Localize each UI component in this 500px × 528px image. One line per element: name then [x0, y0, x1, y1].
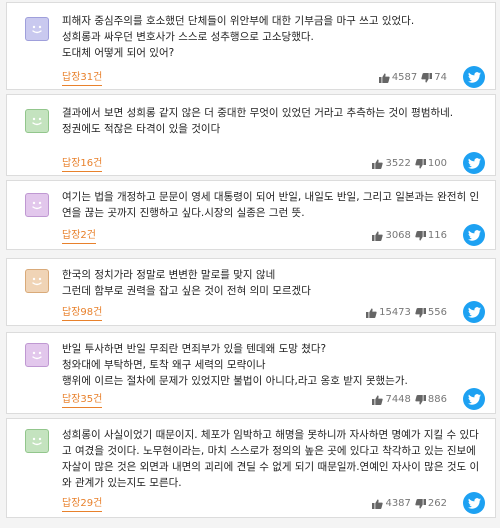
twitter-icon [467, 229, 481, 241]
twitter-icon [467, 497, 481, 509]
twitter-icon [467, 306, 481, 318]
vote-stats: 7448 886 [372, 394, 447, 405]
thumbs-up-icon [378, 72, 390, 83]
thumbs-up-icon [372, 394, 384, 405]
reply-link[interactable]: 답장2건 [62, 229, 96, 244]
like-count: 15473 [379, 307, 411, 318]
like-button[interactable]: 7448 [372, 394, 411, 405]
like-count: 3068 [385, 230, 411, 241]
twitter-share-button[interactable] [463, 388, 485, 410]
dislike-button[interactable]: 886 [415, 394, 447, 405]
like-button[interactable]: 4387 [372, 498, 411, 509]
thumbs-down-icon [415, 498, 426, 509]
thumbs-up-icon [372, 230, 384, 241]
reply-link[interactable]: 답장35건 [62, 393, 103, 408]
thumbs-down-icon [415, 158, 426, 169]
avatar [25, 193, 49, 217]
thumbs-up-icon [366, 307, 377, 318]
smiley-icon [32, 277, 42, 286]
avatar [25, 17, 49, 41]
like-count: 3522 [385, 158, 411, 169]
comment-text: 결과에서 보면 성희롱 같지 않은 더 중대한 무엇이 있었던 거라고 추측하는… [62, 107, 454, 135]
avatar [25, 269, 49, 293]
comment-item: 피해자 중심주의를 호소했던 단체들이 위안부에 대한 기부금을 마구 쓰고 있… [6, 2, 496, 90]
dislike-count: 74 [434, 72, 447, 83]
twitter-icon [467, 393, 481, 405]
twitter-share-button[interactable] [463, 301, 485, 323]
like-button[interactable]: 3068 [372, 230, 411, 241]
like-button[interactable]: 3522 [372, 158, 411, 169]
smiley-icon [32, 117, 42, 126]
dislike-button[interactable]: 100 [415, 158, 447, 169]
avatar [25, 343, 49, 367]
comment-item: 여기는 법을 개정하고 문문이 영세 대통령이 되어 반일, 내일도 반일, 그… [6, 180, 496, 250]
dislike-count: 116 [427, 230, 447, 241]
comment-text: 여기는 법을 개정하고 문문이 영세 대통령이 되어 반일, 내일도 반일, 그… [62, 191, 480, 219]
thumbs-down-icon [415, 230, 426, 241]
reply-link[interactable]: 답장31건 [62, 71, 103, 86]
avatar [25, 109, 49, 133]
smiley-icon [32, 25, 42, 34]
like-button[interactable]: 15473 [366, 307, 411, 318]
dislike-button[interactable]: 116 [415, 230, 447, 241]
dislike-count: 886 [427, 394, 447, 405]
like-button[interactable]: 4587 [378, 72, 418, 83]
thumbs-down-icon [415, 394, 426, 405]
vote-stats: 4587 74 [378, 72, 447, 83]
reply-link[interactable]: 답장16건 [62, 157, 103, 172]
reply-link[interactable]: 답장29건 [62, 497, 103, 512]
comment-text: 반일 투사하면 반일 무죄란 면죄부가 있을 텐데왜 도망 쳤다? 청와대에 부… [62, 343, 408, 387]
twitter-share-button[interactable] [463, 224, 485, 246]
comment-text: 피해자 중심주의를 호소했던 단체들이 위안부에 대한 기부금을 마구 쓰고 있… [62, 15, 415, 59]
thumbs-down-icon [421, 72, 433, 83]
like-count: 4387 [385, 498, 411, 509]
avatar [25, 429, 49, 453]
twitter-icon [467, 71, 481, 83]
twitter-share-button[interactable] [463, 66, 485, 88]
smiley-icon [32, 201, 42, 210]
comment-text: 한국의 정치가라 정말로 변변한 말로를 맞지 않네 그런데 함부로 권력을 잡… [62, 269, 311, 297]
vote-stats: 3068 116 [372, 230, 447, 241]
comment-item: 결과에서 보면 성희롱 같지 않은 더 중대한 무엇이 있었던 거라고 추측하는… [6, 94, 496, 176]
comment-list: 피해자 중심주의를 호소했던 단체들이 위안부에 대한 기부금을 마구 쓰고 있… [0, 0, 500, 528]
like-count: 7448 [385, 394, 411, 405]
twitter-share-button[interactable] [463, 152, 485, 174]
vote-stats: 3522 100 [372, 158, 447, 169]
dislike-button[interactable]: 262 [415, 498, 447, 509]
reply-link[interactable]: 답장98건 [62, 306, 103, 321]
comment-text: 성희롱이 사실이었기 때문이지. 체포가 임박하고 해명을 못하니까 자사하면 … [62, 429, 480, 489]
dislike-count: 262 [427, 498, 447, 509]
thumbs-up-icon [372, 158, 384, 169]
dislike-count: 556 [427, 307, 447, 318]
comment-item: 반일 투사하면 반일 무죄란 면죄부가 있을 텐데왜 도망 쳤다? 청와대에 부… [6, 332, 496, 414]
thumbs-up-icon [372, 498, 384, 509]
comment-item: 성희롱이 사실이었기 때문이지. 체포가 임박하고 해명을 못하니까 자사하면 … [6, 418, 496, 518]
thumbs-down-icon [415, 307, 426, 318]
smiley-icon [32, 351, 42, 360]
like-count: 4587 [391, 72, 418, 83]
dislike-button[interactable]: 556 [415, 307, 447, 318]
dislike-count: 100 [427, 158, 447, 169]
vote-stats: 15473 556 [366, 307, 447, 318]
smiley-icon [32, 437, 42, 446]
twitter-icon [467, 157, 481, 169]
comment-item: 한국의 정치가라 정말로 변변한 말로를 맞지 않네 그런데 함부로 권력을 잡… [6, 258, 496, 326]
twitter-share-button[interactable] [463, 492, 485, 514]
dislike-button[interactable]: 74 [421, 72, 447, 83]
vote-stats: 4387 262 [372, 498, 447, 509]
